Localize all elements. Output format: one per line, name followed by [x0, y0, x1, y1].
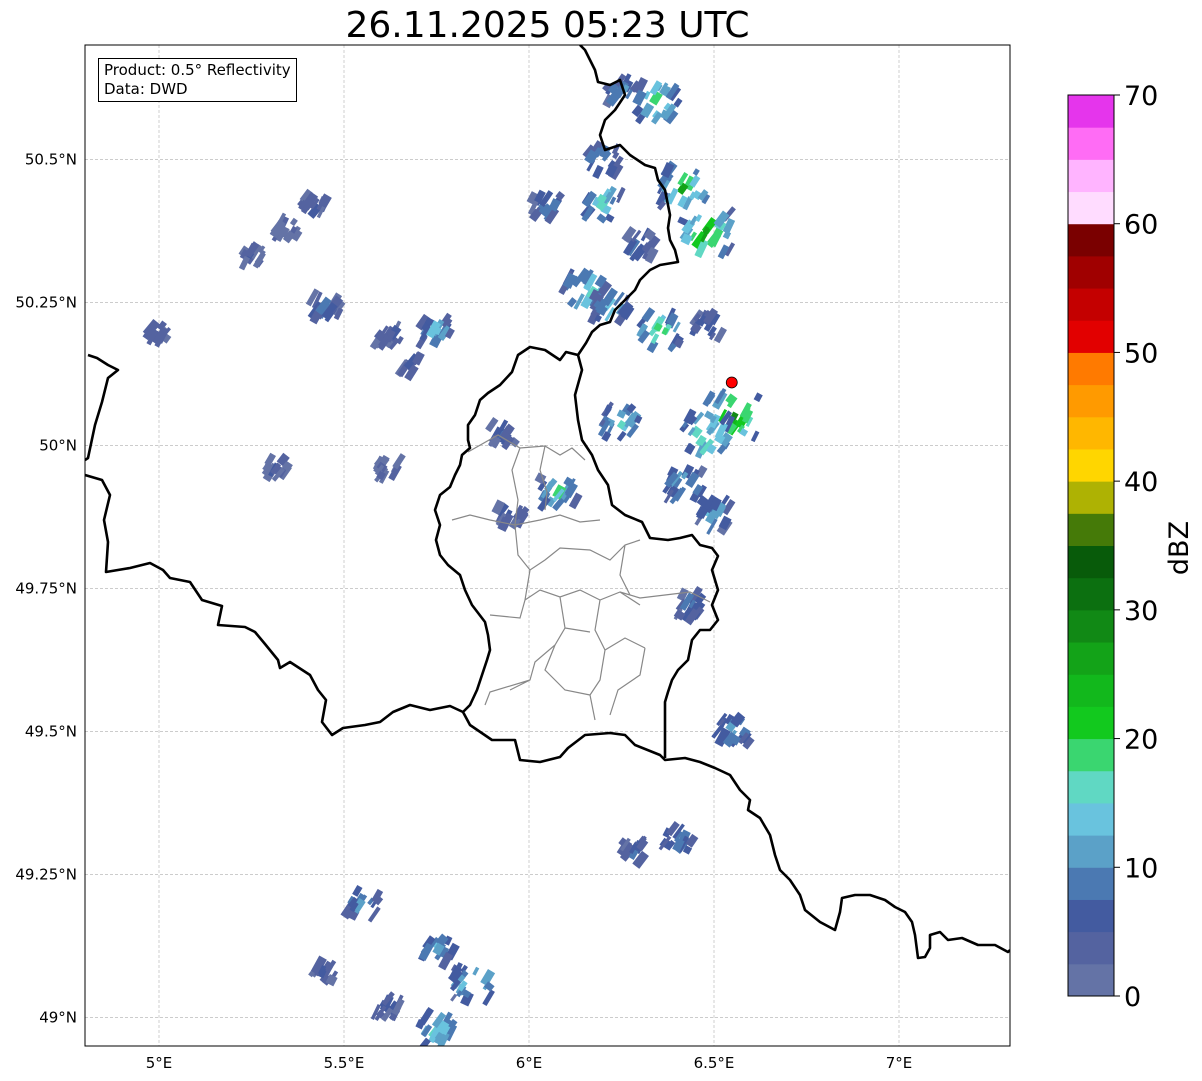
colorbar-tick-label: 30	[1124, 596, 1158, 627]
lon-tick-label: 5.5°E	[324, 1054, 365, 1072]
lat-tick-label: 49.75°N	[15, 579, 77, 597]
colorbar-segment	[1068, 159, 1114, 193]
lon-tick-label: 7°E	[886, 1054, 913, 1072]
lat-tick-label: 50.5°N	[25, 150, 77, 168]
colorbar-segment	[1068, 835, 1114, 868]
radar-map-figure: 5°E 5.5°E 6°E 6.5°E 7°E 49°N 49.25°N 49.5°N 49.7…	[15, 44, 1195, 1072]
colorbar-segment	[1068, 95, 1114, 128]
colorbar-segment	[1068, 416, 1114, 450]
colorbar-segment	[1068, 352, 1114, 386]
colorbar-unit-label: dBZ	[1164, 521, 1195, 575]
product-label: Product: 0.5° Reflectivity	[104, 61, 291, 79]
colorbar-segment	[1068, 288, 1114, 321]
colorbar-tick-label: 0	[1124, 982, 1141, 1013]
colorbar-segment	[1068, 963, 1114, 997]
colorbar-segment	[1068, 223, 1114, 257]
colorbar-segment	[1068, 513, 1114, 546]
lon-tick-label: 5°E	[146, 1054, 173, 1072]
colorbar-tick-label: 70	[1124, 81, 1158, 112]
colorbar-segment	[1068, 899, 1114, 933]
colorbar-segment	[1068, 706, 1114, 740]
colorbar-segment	[1068, 609, 1114, 643]
colorbar-tick-label: 60	[1124, 210, 1158, 241]
colorbar-segment	[1068, 127, 1114, 160]
lat-tick-label: 50.25°N	[15, 293, 77, 311]
colorbar-segment	[1068, 931, 1114, 965]
product-info-box: Product: 0.5° Reflectivity Data: DWD	[98, 58, 297, 102]
colorbar-segment	[1068, 545, 1114, 579]
lat-tick-label: 49.5°N	[25, 722, 77, 740]
colorbar-segment	[1068, 577, 1114, 611]
colorbar-segment	[1068, 481, 1114, 514]
colorbar-segment	[1068, 674, 1114, 707]
data-source-label: Data: DWD	[104, 80, 188, 98]
colorbar-tick-label: 40	[1124, 467, 1158, 498]
lat-tick-label: 49°N	[39, 1008, 77, 1026]
colorbar-tick-label: 50	[1124, 338, 1158, 369]
lat-tick-label: 49.25°N	[15, 865, 77, 883]
radar-site-marker	[725, 376, 738, 389]
colorbar-tick-label: 20	[1124, 725, 1158, 756]
lon-tick-label: 6.5°E	[694, 1054, 735, 1072]
colorbar-tick-label: 10	[1124, 853, 1158, 884]
colorbar-segment	[1068, 802, 1114, 836]
lat-tick-label: 50°N	[39, 436, 77, 454]
lon-tick-label: 6°E	[516, 1054, 543, 1072]
colorbar-segment	[1068, 448, 1114, 482]
colorbar: 0 10 20 30 40 50 60 70 dBZ	[1067, 81, 1195, 1013]
colorbar-segment	[1068, 384, 1114, 418]
colorbar-segment	[1068, 191, 1114, 225]
colorbar-segment	[1068, 867, 1114, 900]
colorbar-segment	[1068, 642, 1114, 675]
colorbar-segment	[1068, 255, 1114, 289]
colorbar-segment	[1068, 320, 1114, 353]
colorbar-segment	[1068, 738, 1114, 772]
colorbar-segment	[1068, 770, 1114, 804]
